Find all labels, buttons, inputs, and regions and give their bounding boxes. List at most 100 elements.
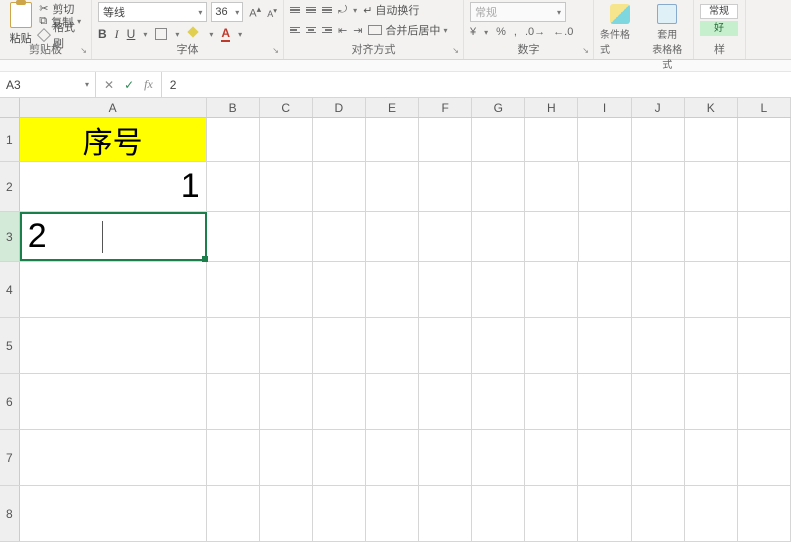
cell[interactable] [207,118,260,161]
decrease-font-icon[interactable]: A▾ [267,6,277,19]
align-middle-icon[interactable] [306,7,316,14]
cell[interactable] [578,374,631,429]
cell[interactable] [685,212,738,261]
cell[interactable] [419,318,472,373]
cell-A3-active[interactable]: 2 [20,212,207,261]
cell[interactable] [632,486,685,541]
cell[interactable] [419,374,472,429]
cell[interactable] [313,318,366,373]
bold-button[interactable]: B [98,27,107,41]
comma-button[interactable]: , [514,26,517,38]
cell[interactable] [525,162,578,211]
cell[interactable] [472,486,525,541]
cell[interactable] [578,486,631,541]
cell[interactable] [472,430,525,485]
border-icon[interactable] [155,28,167,40]
cell[interactable] [20,318,207,373]
cell[interactable] [366,162,419,211]
formula-input[interactable]: 2 [162,72,791,97]
cell[interactable] [313,212,366,261]
cell[interactable] [20,486,207,541]
style-good[interactable]: 好 [700,21,738,36]
merge-center-button[interactable]: 合并后居中▾ [368,22,447,38]
row-header-2[interactable]: 2 [0,162,20,211]
cell[interactable] [525,262,578,317]
cell[interactable] [207,212,260,261]
style-normal[interactable]: 常规 [700,4,738,19]
number-format-select[interactable]: 常规▾ [470,2,566,22]
cell[interactable] [472,262,525,317]
cell[interactable] [313,262,366,317]
cell[interactable] [738,430,791,485]
cell[interactable] [260,486,313,541]
cell[interactable] [207,430,260,485]
cell[interactable] [738,262,791,317]
cell[interactable] [525,430,578,485]
cell[interactable] [366,374,419,429]
col-header-E[interactable]: E [366,98,419,117]
cell[interactable] [20,262,207,317]
cell[interactable] [685,162,738,211]
row-header-7[interactable]: 7 [0,430,20,485]
decrease-decimal-icon[interactable]: ←.0 [553,26,573,38]
cell[interactable] [419,430,472,485]
cell[interactable] [419,262,472,317]
cell[interactable] [207,262,260,317]
col-header-J[interactable]: J [632,98,685,117]
cell[interactable] [525,118,578,161]
cell[interactable] [685,486,738,541]
dialog-launcher-icon[interactable]: ↘ [582,46,589,55]
cell[interactable] [632,118,685,161]
cell[interactable] [738,374,791,429]
row-header-6[interactable]: 6 [0,374,20,429]
align-left-icon[interactable] [290,27,300,34]
cell[interactable] [525,486,578,541]
cell[interactable] [685,430,738,485]
font-color-button[interactable]: A [221,26,230,42]
increase-decimal-icon[interactable]: .0→ [525,26,545,38]
font-size-select[interactable]: 36▾ [211,2,243,22]
cell[interactable] [578,262,631,317]
cell[interactable] [313,118,366,161]
cell[interactable] [685,374,738,429]
cell[interactable] [419,118,472,161]
dialog-launcher-icon[interactable]: ↘ [272,46,279,55]
cell[interactable] [260,262,313,317]
fill-color-icon[interactable] [187,28,201,40]
cell[interactable] [260,318,313,373]
indent-dec-icon[interactable]: ⇤ [338,24,347,37]
select-all-corner[interactable] [0,98,20,117]
cell[interactable] [525,374,578,429]
cell[interactable] [472,318,525,373]
dialog-launcher-icon[interactable]: ↘ [452,46,459,55]
cell[interactable] [260,212,313,261]
cell[interactable] [20,374,207,429]
cell-A1[interactable]: 序号 [20,118,207,161]
cell[interactable] [525,212,578,261]
format-as-table-button[interactable]: 套用 表格格式 [648,4,688,71]
cell[interactable] [685,118,738,161]
cell[interactable] [578,318,631,373]
row-header-5[interactable]: 5 [0,318,20,373]
orientation-icon[interactable]: ⤾ [338,4,347,17]
cell[interactable] [525,318,578,373]
cell[interactable] [366,262,419,317]
align-right-icon[interactable] [322,27,332,34]
cell[interactable] [632,430,685,485]
cell[interactable] [738,486,791,541]
cell[interactable] [579,162,632,211]
cell[interactable] [632,212,685,261]
cell[interactable] [632,262,685,317]
cell[interactable] [685,262,738,317]
percent-button[interactable]: % [496,26,506,38]
cell[interactable] [419,486,472,541]
cell[interactable] [472,374,525,429]
cell[interactable] [579,212,632,261]
cell[interactable] [313,430,366,485]
cell[interactable] [260,374,313,429]
cell[interactable] [632,318,685,373]
cell[interactable] [20,430,207,485]
dialog-launcher-icon[interactable]: ↘ [80,46,87,55]
cell[interactable] [419,212,472,261]
col-header-C[interactable]: C [260,98,313,117]
